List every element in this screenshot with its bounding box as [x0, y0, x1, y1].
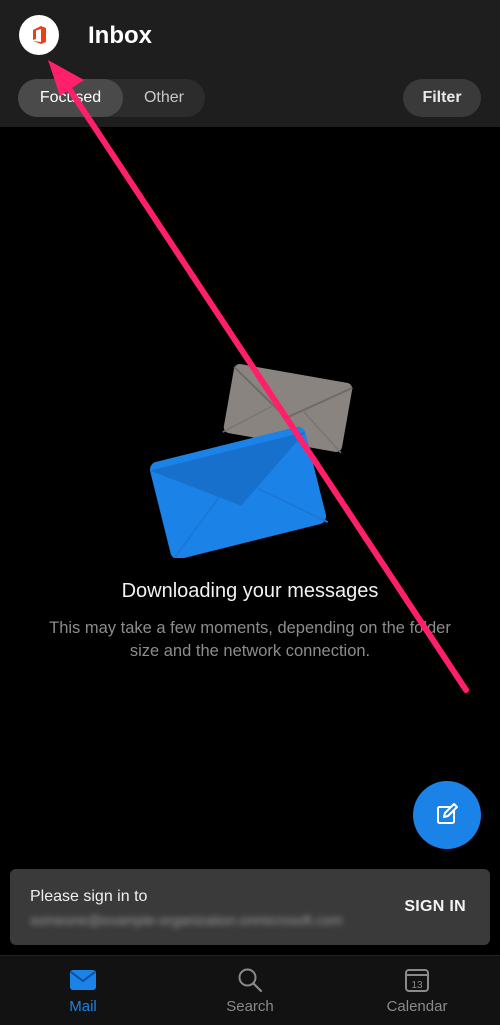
- office-icon[interactable]: [19, 15, 59, 55]
- nav-calendar[interactable]: 13 Calendar: [334, 956, 500, 1025]
- nav-search[interactable]: Search: [167, 956, 333, 1025]
- signin-banner: Please sign in to someone@example-organi…: [10, 869, 490, 945]
- svg-text:13: 13: [411, 980, 423, 991]
- tab-other[interactable]: Other: [123, 79, 205, 117]
- app-header: Inbox Focused Other Filter: [0, 0, 500, 127]
- nav-calendar-label: Calendar: [386, 998, 448, 1015]
- mail-icon: [0, 966, 166, 994]
- empty-state-description: This may take a few moments, depending o…: [49, 619, 451, 660]
- compose-icon: [437, 803, 458, 824]
- tab-focused[interactable]: Focused: [18, 79, 123, 117]
- signin-label: Please sign in to: [30, 888, 148, 905]
- envelopes-illustration: [148, 358, 353, 562]
- filter-button[interactable]: Filter: [403, 79, 481, 117]
- nav-mail[interactable]: Mail: [0, 956, 166, 1025]
- compose-button[interactable]: [413, 781, 481, 849]
- empty-state-title: Downloading your messages: [121, 580, 379, 602]
- signin-email: someone@example-organization.onmicrosoft…: [30, 912, 343, 928]
- nav-search-label: Search: [226, 998, 274, 1015]
- search-icon: [167, 966, 333, 994]
- page-title: Inbox: [88, 22, 152, 49]
- nav-mail-label: Mail: [69, 998, 97, 1015]
- bottom-navigation: Mail Search 13 Calendar: [0, 955, 500, 1025]
- sign-in-button[interactable]: SIGN IN: [404, 896, 466, 918]
- inbox-tabs: Focused Other: [18, 79, 205, 117]
- calendar-icon: 13: [334, 966, 500, 994]
